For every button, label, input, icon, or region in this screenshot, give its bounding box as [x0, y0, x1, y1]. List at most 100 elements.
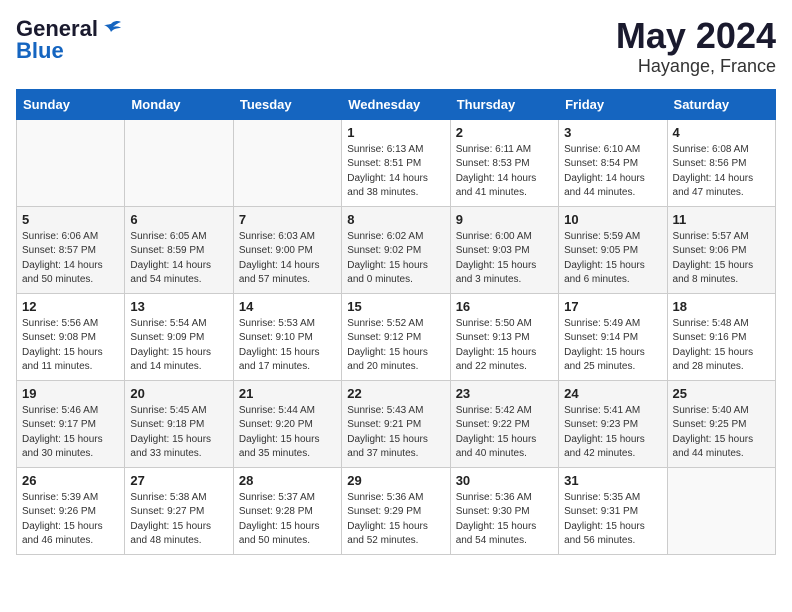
calendar-cell: 3Sunrise: 6:10 AMSunset: 8:54 PMDaylight…	[559, 119, 667, 206]
day-number: 2	[456, 125, 553, 140]
calendar-cell: 8 Sunrise: 6:02 AMSunset: 9:02 PMDaylight…	[342, 206, 450, 293]
day-info: Sunrise: 5:38 AMSunset: 9:27 PMDaylight:…	[130, 491, 227, 549]
day-info: Sunrise: 6:03 AMSunset: 9:00 PMDaylight:…	[239, 230, 336, 288]
calendar-cell: 31 Sunrise: 5:35 AMSunset: 9:31 PMDayligh…	[559, 467, 667, 554]
calendar-cell: 23 Sunrise: 5:42 AMSunset: 9:22 PMDayligh…	[450, 380, 558, 467]
calendar-cell: 9 Sunrise: 6:00 AMSunset: 9:03 PMDaylight…	[450, 206, 558, 293]
day-number: 19	[22, 386, 119, 401]
day-info: Sunrise: 6:05 AMSunset: 8:59 PMDaylight:…	[130, 230, 227, 288]
day-number: 15	[347, 299, 444, 314]
calendar-cell: 26 Sunrise: 5:39 AMSunset: 9:26 PMDayligh…	[17, 467, 125, 554]
calendar-cell: 12 Sunrise: 5:56 AMSunset: 9:08 PMDayligh…	[17, 293, 125, 380]
day-info: Sunrise: 5:42 AMSunset: 9:22 PMDaylight:…	[456, 404, 553, 462]
day-number: 1	[347, 125, 444, 140]
day-info: Sunrise: 5:45 AMSunset: 9:18 PMDaylight:…	[130, 404, 227, 462]
day-info: Sunrise: 5:41 AMSunset: 9:23 PMDaylight:…	[564, 404, 661, 462]
calendar-cell	[17, 119, 125, 206]
calendar-cell: 22 Sunrise: 5:43 AMSunset: 9:21 PMDayligh…	[342, 380, 450, 467]
day-info: Sunrise: 5:36 AMSunset: 9:30 PMDaylight:…	[456, 491, 553, 549]
day-info: Sunrise: 6:13 AMSunset: 8:51 PMDaylight:…	[347, 143, 444, 201]
calendar-cell: 21 Sunrise: 5:44 AMSunset: 9:20 PMDayligh…	[233, 380, 341, 467]
calendar-body: 1 Sunrise: 6:13 AMSunset: 8:51 PMDaylight…	[17, 119, 776, 554]
calendar-cell: 6 Sunrise: 6:05 AMSunset: 8:59 PMDaylight…	[125, 206, 233, 293]
week-row-2: 5Sunrise: 6:06 AMSunset: 8:57 PMDaylight…	[17, 206, 776, 293]
calendar-cell	[233, 119, 341, 206]
day-number: 8	[347, 212, 444, 227]
day-number: 17	[564, 299, 661, 314]
calendar-cell: 28 Sunrise: 5:37 AMSunset: 9:28 PMDayligh…	[233, 467, 341, 554]
calendar-table: SundayMondayTuesdayWednesdayThursdayFrid…	[16, 89, 776, 555]
calendar-cell: 18Sunrise: 5:48 AMSunset: 9:16 PMDayligh…	[667, 293, 775, 380]
calendar-cell: 16 Sunrise: 5:50 AMSunset: 9:13 PMDayligh…	[450, 293, 558, 380]
week-row-4: 19 Sunrise: 5:46 AMSunset: 9:17 PMDayligh…	[17, 380, 776, 467]
day-info: Sunrise: 5:35 AMSunset: 9:31 PMDaylight:…	[564, 491, 661, 549]
calendar-header-row: SundayMondayTuesdayWednesdayThursdayFrid…	[17, 89, 776, 119]
day-number: 7	[239, 212, 336, 227]
day-info: Sunrise: 5:50 AMSunset: 9:13 PMDaylight:…	[456, 317, 553, 375]
calendar-cell: 10Sunrise: 5:59 AMSunset: 9:05 PMDayligh…	[559, 206, 667, 293]
header-wednesday: Wednesday	[342, 89, 450, 119]
header-saturday: Saturday	[667, 89, 775, 119]
day-info: Sunrise: 6:11 AMSunset: 8:53 PMDaylight:…	[456, 143, 553, 201]
logo-bird-icon	[100, 20, 122, 38]
calendar-cell: 20 Sunrise: 5:45 AMSunset: 9:18 PMDayligh…	[125, 380, 233, 467]
day-number: 23	[456, 386, 553, 401]
calendar-cell	[125, 119, 233, 206]
day-number: 26	[22, 473, 119, 488]
day-number: 28	[239, 473, 336, 488]
day-info: Sunrise: 5:44 AMSunset: 9:20 PMDaylight:…	[239, 404, 336, 462]
day-number: 9	[456, 212, 553, 227]
day-info: Sunrise: 5:39 AMSunset: 9:26 PMDaylight:…	[22, 491, 119, 549]
day-number: 12	[22, 299, 119, 314]
day-info: Sunrise: 5:56 AMSunset: 9:08 PMDaylight:…	[22, 317, 119, 375]
calendar-cell: 25 Sunrise: 5:40 AMSunset: 9:25 PMDayligh…	[667, 380, 775, 467]
day-number: 30	[456, 473, 553, 488]
calendar-cell: 30 Sunrise: 5:36 AMSunset: 9:30 PMDayligh…	[450, 467, 558, 554]
day-number: 21	[239, 386, 336, 401]
calendar-cell: 1 Sunrise: 6:13 AMSunset: 8:51 PMDaylight…	[342, 119, 450, 206]
day-info: Sunrise: 5:57 AMSunset: 9:06 PMDaylight:…	[673, 230, 770, 288]
day-number: 18	[673, 299, 770, 314]
day-info: Sunrise: 5:40 AMSunset: 9:25 PMDaylight:…	[673, 404, 770, 462]
calendar-cell: 27Sunrise: 5:38 AMSunset: 9:27 PMDayligh…	[125, 467, 233, 554]
calendar-cell: 13Sunrise: 5:54 AMSunset: 9:09 PMDayligh…	[125, 293, 233, 380]
header-tuesday: Tuesday	[233, 89, 341, 119]
day-number: 22	[347, 386, 444, 401]
day-info: Sunrise: 6:00 AMSunset: 9:03 PMDaylight:…	[456, 230, 553, 288]
day-number: 16	[456, 299, 553, 314]
day-info: Sunrise: 6:02 AMSunset: 9:02 PMDaylight:…	[347, 230, 444, 288]
day-number: 25	[673, 386, 770, 401]
logo-blue: Blue	[16, 38, 64, 64]
day-number: 20	[130, 386, 227, 401]
calendar-subtitle: Hayange, France	[616, 56, 776, 77]
day-number: 4	[673, 125, 770, 140]
header-monday: Monday	[125, 89, 233, 119]
day-number: 29	[347, 473, 444, 488]
day-info: Sunrise: 5:49 AMSunset: 9:14 PMDaylight:…	[564, 317, 661, 375]
day-info: Sunrise: 5:43 AMSunset: 9:21 PMDaylight:…	[347, 404, 444, 462]
header-thursday: Thursday	[450, 89, 558, 119]
week-row-3: 12 Sunrise: 5:56 AMSunset: 9:08 PMDayligh…	[17, 293, 776, 380]
day-number: 31	[564, 473, 661, 488]
calendar-cell	[667, 467, 775, 554]
day-number: 6	[130, 212, 227, 227]
calendar-cell: 2 Sunrise: 6:11 AMSunset: 8:53 PMDaylight…	[450, 119, 558, 206]
calendar-cell: 24Sunrise: 5:41 AMSunset: 9:23 PMDayligh…	[559, 380, 667, 467]
page-header: General Blue May 2024 Hayange, France	[16, 16, 776, 77]
day-info: Sunrise: 5:46 AMSunset: 9:17 PMDaylight:…	[22, 404, 119, 462]
calendar-cell: 17 Sunrise: 5:49 AMSunset: 9:14 PMDayligh…	[559, 293, 667, 380]
day-info: Sunrise: 5:37 AMSunset: 9:28 PMDaylight:…	[239, 491, 336, 549]
calendar-cell: 7 Sunrise: 6:03 AMSunset: 9:00 PMDaylight…	[233, 206, 341, 293]
day-info: Sunrise: 6:08 AMSunset: 8:56 PMDaylight:…	[673, 143, 770, 201]
day-info: Sunrise: 6:10 AMSunset: 8:54 PMDaylight:…	[564, 143, 661, 201]
calendar-cell: 29 Sunrise: 5:36 AMSunset: 9:29 PMDayligh…	[342, 467, 450, 554]
day-info: Sunrise: 5:59 AMSunset: 9:05 PMDaylight:…	[564, 230, 661, 288]
day-info: Sunrise: 5:36 AMSunset: 9:29 PMDaylight:…	[347, 491, 444, 549]
day-number: 11	[673, 212, 770, 227]
calendar-cell: 5Sunrise: 6:06 AMSunset: 8:57 PMDaylight…	[17, 206, 125, 293]
calendar-cell: 15Sunrise: 5:52 AMSunset: 9:12 PMDayligh…	[342, 293, 450, 380]
day-info: Sunrise: 5:54 AMSunset: 9:09 PMDaylight:…	[130, 317, 227, 375]
logo: General Blue	[16, 16, 122, 64]
day-number: 14	[239, 299, 336, 314]
day-info: Sunrise: 5:53 AMSunset: 9:10 PMDaylight:…	[239, 317, 336, 375]
